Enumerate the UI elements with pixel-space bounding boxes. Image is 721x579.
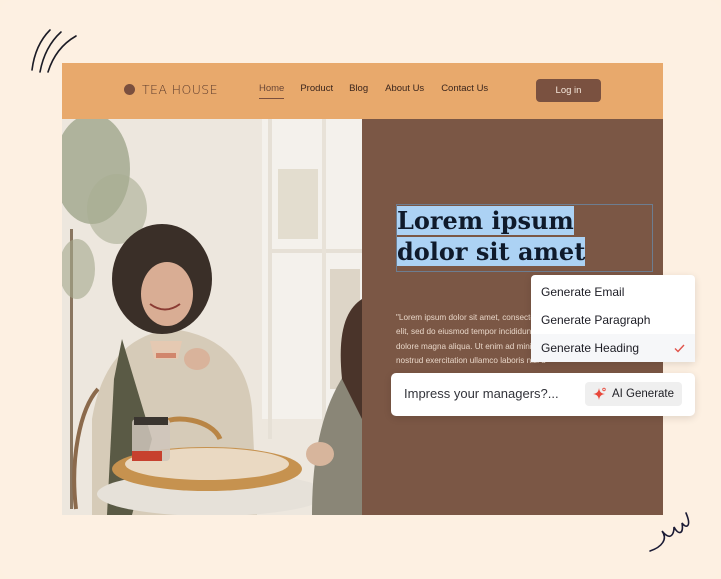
nav-blog[interactable]: Blog [349, 83, 368, 99]
canvas-background: TEA HOUSE Home Product Blog About Us Con… [0, 0, 721, 579]
menu-item-generate-heading[interactable]: Generate Heading [531, 334, 695, 362]
nav-home[interactable]: Home [259, 83, 285, 99]
hero-photo-illustration [62, 119, 362, 515]
navbar: TEA HOUSE Home Product Blog About Us Con… [62, 63, 663, 119]
ai-generate-label: AI Generate [612, 388, 675, 400]
brand-name: TEA HOUSE [142, 82, 218, 97]
logo-dot-icon [124, 84, 135, 95]
sparkle-icon [593, 387, 606, 400]
body-line: nostrud exercitation ullamco laboris nis… [396, 356, 546, 366]
body-line: elit, sed do eiusmod tempor incididunt u… [396, 327, 546, 337]
menu-item-label: Generate Paragraph [541, 313, 651, 327]
menu-item-label: Generate Email [541, 285, 625, 299]
hero-heading-line2: dolor sit amet [397, 237, 586, 266]
login-button[interactable]: Log in [536, 79, 601, 102]
hero-photo [62, 119, 362, 515]
nav-contact-us[interactable]: Contact Us [441, 83, 488, 99]
ai-prompt-bar: AI Generate [391, 373, 695, 416]
menu-item-label: Generate Heading [541, 341, 640, 355]
logo[interactable]: TEA HOUSE [124, 82, 218, 97]
ai-generate-menu: Generate Email Generate Paragraph Genera… [531, 275, 695, 362]
nav-product[interactable]: Product [300, 83, 333, 99]
nav-links: Home Product Blog About Us Contact Us [259, 83, 488, 99]
ai-prompt-input[interactable] [404, 386, 579, 401]
hero-heading-line1: Lorem ipsum [397, 206, 574, 235]
menu-item-generate-paragraph[interactable]: Generate Paragraph [531, 306, 695, 334]
body-line: "Lorem ipsum dolor sit amet, consectetur… [396, 313, 546, 322]
body-line: dolore magna aliqua. Ut enim ad minim ve… [396, 341, 546, 351]
checkmark-icon [674, 344, 685, 353]
nav-about-us[interactable]: About Us [385, 83, 424, 99]
hero-body-text: "Lorem ipsum dolor sit amet, consectetur… [396, 311, 546, 369]
menu-item-generate-email[interactable]: Generate Email [531, 278, 695, 306]
hero-heading[interactable]: Lorem ipsum dolor sit amet [397, 205, 586, 267]
ai-generate-button[interactable]: AI Generate [585, 382, 682, 406]
